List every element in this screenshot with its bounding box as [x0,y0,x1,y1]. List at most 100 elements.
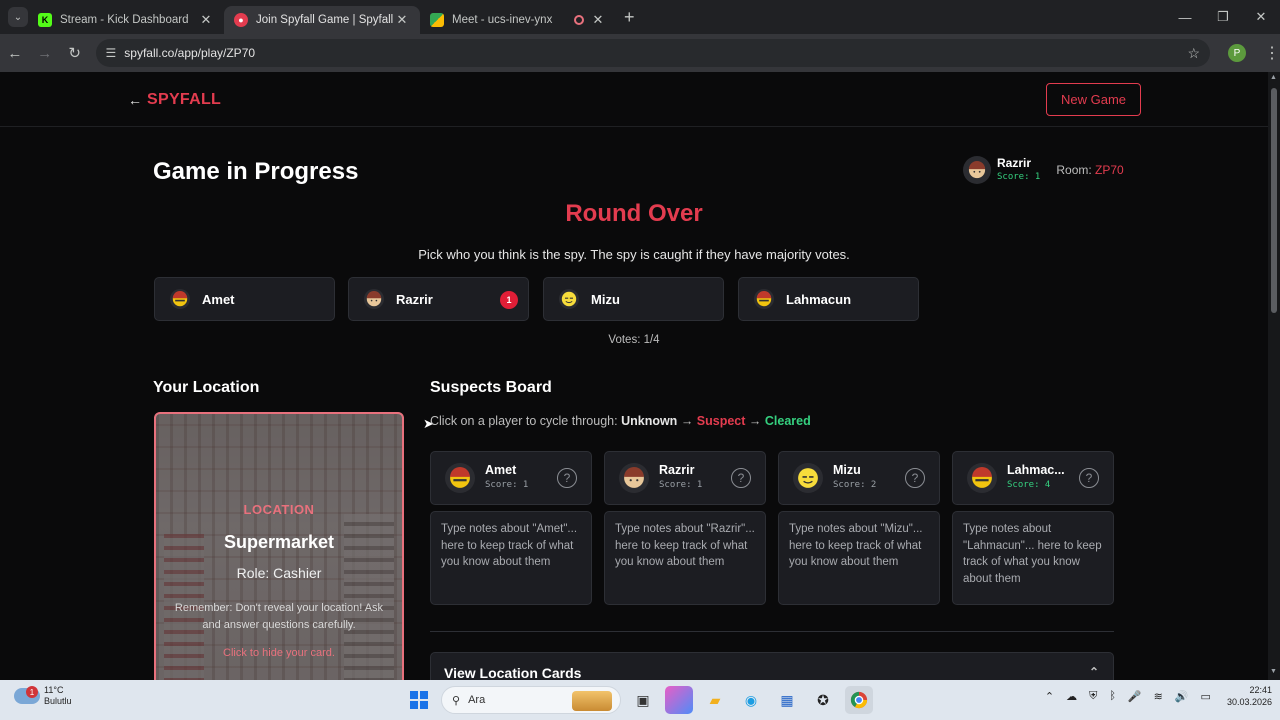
clock-time: 22:41 [1249,685,1272,695]
suspect-card-mizu[interactable]: Mizu Score: 2 ? [778,451,940,505]
status-unknown-icon[interactable]: ? [557,468,577,488]
microphone-icon[interactable]: 🎤 [1128,690,1142,703]
clock[interactable]: 22:41 30.03.2026 [1227,684,1272,708]
location-label: LOCATION [243,502,315,517]
tab-label: Join Spyfall Game | Spyfall Onli [256,14,394,26]
status-unknown-icon[interactable]: ? [905,468,925,488]
bluetooth-icon[interactable]: ᛒ [1109,690,1116,702]
shield-icon[interactable]: ⛨ [1089,690,1097,703]
chevron-up-icon[interactable]: ⌃ [1045,690,1054,703]
forward-icon[interactable]: → [30,45,60,62]
reload-icon[interactable]: ↻ [60,44,90,62]
location-card[interactable]: LOCATION Supermarket Role: Cashier Remem… [154,412,404,680]
menu-icon[interactable]: ⋮ [1264,43,1280,63]
hide-card-hint[interactable]: Click to hide your card. [156,647,402,659]
suspect-card-lahmacun[interactable]: Lahmac... Score: 4 ? [952,451,1114,505]
site-info-icon[interactable]: ☰ [106,46,117,60]
search-icon: ⚲ [452,694,461,707]
volume-icon[interactable]: 🔊 [1175,690,1189,703]
status-unknown-icon[interactable]: ? [731,468,751,488]
spyfall-icon: ● [234,13,248,27]
divider [430,631,1114,632]
face-icon [756,291,772,307]
tab-meet[interactable]: Meet - ucs-inev-ynx ✕ [420,6,616,34]
notes-field-mizu[interactable]: Type notes about "Mizu"... here to keep … [778,511,940,605]
battery-icon[interactable]: ▭ [1201,690,1211,703]
page-scrollbar[interactable]: ▲ ▼ [1268,72,1280,680]
vote-player-name: Mizu [591,291,620,307]
chrome-icon[interactable] [845,686,873,714]
avatar [364,289,384,309]
status-suspect: Suspect [696,414,746,428]
vote-player-razrir[interactable]: Razrir 1 [348,277,529,321]
url-input[interactable]: ☰ spyfall.co/app/play/ZP70 ☆ [95,39,1211,67]
tab-spyfall[interactable]: ● Join Spyfall Game | Spyfall Onli ✕ [224,6,420,34]
search-highlight-image [572,691,612,711]
copilot-icon[interactable] [665,686,693,714]
room-code: ZP70 [1095,163,1124,177]
player-score: Score: 1 [997,172,1041,182]
new-tab-icon[interactable]: + [624,7,635,28]
location-role: Role: Cashier [236,565,322,581]
view-location-cards-toggle[interactable]: View Location Cards ⌃ [430,652,1114,680]
face-icon [172,291,188,307]
vote-count-badge: 1 [500,291,518,309]
notes-field-amet[interactable]: Type notes about "Amet"... here to keep … [430,511,592,605]
face-icon [972,467,992,488]
suspect-name: Mizu [833,463,861,477]
suspect-score: Score: 1 [659,480,703,490]
profile-avatar[interactable]: P [1228,44,1246,62]
spyfall-logo[interactable]: SPYFALL [147,91,221,109]
arrow-icon: → [680,414,694,428]
back-arrow-icon[interactable]: ← [128,92,142,108]
cycle-instructions: Click on a player to cycle through: Unkn… [430,414,811,428]
arrow-icon: → [748,414,762,428]
suspect-score: Score: 1 [485,480,529,490]
app-icon[interactable]: ✪ [809,686,837,714]
vote-player-name: Razrir [396,291,433,307]
meet-icon [430,13,444,27]
restore-icon[interactable]: ❐ [1204,0,1242,34]
cloud-sync-icon[interactable]: ☁ [1066,690,1077,703]
close-icon[interactable]: ✕ [394,12,410,28]
edge-icon[interactable]: ◉ [737,686,765,714]
url-text: spyfall.co/app/play/ZP70 [124,46,256,60]
store-icon[interactable]: ▦ [773,686,801,714]
scroll-down-icon[interactable]: ▼ [1270,668,1277,675]
vote-player-lahmacun[interactable]: Lahmacun [738,277,919,321]
taskbar-search[interactable]: ⚲ Ara [441,686,621,714]
face-icon [624,467,644,488]
back-icon[interactable]: ← [0,45,30,62]
status-unknown-icon[interactable]: ? [1079,468,1099,488]
bookmark-star-icon[interactable]: ☆ [1188,45,1201,62]
close-icon[interactable]: ✕ [590,12,606,28]
vote-player-mizu[interactable]: Mizu [543,277,724,321]
scroll-thumb[interactable] [1271,88,1277,313]
status-cleared: Cleared [764,414,811,428]
suspect-name: Razrir [659,463,695,477]
face-icon [561,291,577,307]
tab-kick[interactable]: K Stream - Kick Dashboard ✕ [28,6,224,34]
wifi-icon[interactable]: ≋ [1154,690,1163,703]
site-header: ← SPYFALL New Game [0,72,1268,127]
suspect-card-amet[interactable]: Amet Score: 1 ? [430,451,592,505]
scroll-up-icon[interactable]: ▲ [1270,74,1277,81]
file-explorer-icon[interactable]: ▰ [701,686,729,714]
vote-instructions: Pick who you think is the spy. The spy i… [418,247,850,262]
view-location-cards-label: View Location Cards [444,665,582,680]
close-icon[interactable]: ✕ [198,12,214,28]
new-game-button[interactable]: New Game [1046,83,1141,116]
vote-player-amet[interactable]: Amet [154,277,335,321]
task-view-icon[interactable]: ▣ [629,686,657,714]
weather-widget[interactable]: 1 11°C Bulutlu [14,685,72,707]
window-close-icon[interactable]: ✕ [1242,0,1280,34]
suspect-card-razrir[interactable]: Razrir Score: 1 ? [604,451,766,505]
windows-start-icon[interactable] [405,686,433,714]
tab-search-button[interactable]: ⌄ [8,7,28,27]
minimize-icon[interactable]: — [1166,0,1204,34]
suspect-score: Score: 4 [1007,480,1051,490]
notes-field-lahmacun[interactable]: Type notes about "Lahmacun"... here to k… [952,511,1114,605]
notes-field-razrir[interactable]: Type notes about "Razrir"... here to kee… [604,511,766,605]
location-reminder: Remember: Don't reveal your location! As… [174,602,384,631]
tab-label: Stream - Kick Dashboard [60,14,189,26]
